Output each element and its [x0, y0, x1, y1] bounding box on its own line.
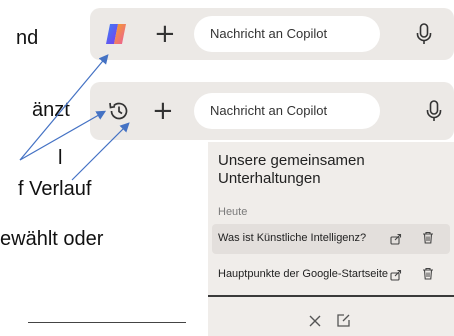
annotation-arrow	[19, 54, 109, 161]
annotation-arrow	[19, 110, 107, 161]
annotation-arrows	[19, 54, 130, 181]
annotation-arrow	[71, 122, 130, 181]
